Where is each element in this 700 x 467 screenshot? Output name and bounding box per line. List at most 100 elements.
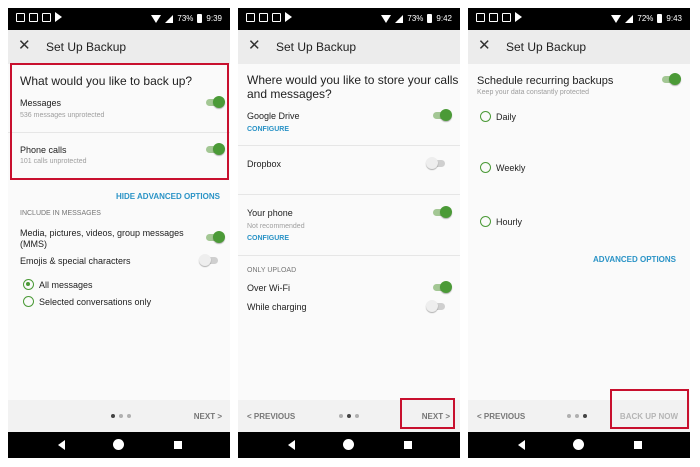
screen-what-to-back-up: 73% 9:39 ✕ Set Up Backup What would you … (8, 8, 230, 458)
app-bar: ✕ Set Up Backup (8, 30, 230, 64)
your-phone-label: Your phone (247, 208, 293, 218)
page-dot (583, 414, 587, 418)
status-bar: 73% 9:39 (8, 8, 230, 30)
over-wifi-toggle[interactable] (431, 281, 452, 293)
back-icon[interactable] (288, 440, 295, 450)
page-dot (111, 414, 115, 418)
google-drive-configure-link[interactable]: CONFIGURE (247, 126, 289, 133)
divider (238, 145, 460, 146)
home-icon[interactable] (573, 439, 584, 450)
dropbox-label: Dropbox (247, 159, 282, 169)
message-notification-icon (42, 13, 51, 22)
screen-notification-icon (489, 13, 498, 22)
page-dot (567, 414, 571, 418)
while-charging-toggle[interactable] (426, 300, 447, 312)
highlight-box (10, 63, 229, 180)
close-icon[interactable]: ✕ (478, 38, 491, 54)
close-icon[interactable]: ✕ (18, 38, 31, 54)
selected-conversations-label: Selected conversations only (39, 297, 152, 307)
wizard-footer: NEXT > (8, 400, 230, 432)
battery-percent: 73% (407, 14, 424, 23)
emojis-label: Emojis & special characters (20, 256, 131, 266)
media-label-line1: Media, pictures, videos, group messages (20, 228, 184, 238)
image-notification-icon (476, 13, 485, 22)
image-notification-icon (16, 13, 25, 22)
screen-notification-icon (29, 13, 38, 22)
battery-icon (197, 14, 203, 23)
status-bar: 73% 9:42 (238, 8, 460, 30)
recents-icon[interactable] (174, 441, 182, 449)
selected-conversations-radio[interactable] (23, 296, 34, 307)
emojis-toggle[interactable] (199, 254, 220, 266)
schedule-label: Schedule recurring backups (477, 75, 614, 87)
screen-schedule: 72% 9:43 ✕ Set Up Backup Schedule recurr… (468, 8, 690, 458)
play-notification-icon (285, 12, 292, 22)
weekly-radio[interactable] (480, 162, 491, 173)
notification-icons (476, 12, 522, 22)
divider (238, 255, 460, 256)
wifi-icon (151, 14, 162, 23)
divider (238, 194, 460, 195)
daily-label: Daily (496, 112, 517, 122)
battery-icon (657, 14, 663, 23)
previous-button[interactable]: < PREVIOUS (477, 412, 525, 421)
battery-icon (427, 14, 433, 23)
play-notification-icon (515, 12, 522, 22)
google-drive-toggle[interactable] (431, 109, 452, 121)
back-icon[interactable] (58, 440, 65, 450)
recents-icon[interactable] (404, 441, 412, 449)
status-time: 9:42 (436, 14, 452, 23)
battery-percent: 73% (177, 14, 194, 23)
page-indicator (111, 414, 131, 418)
weekly-label: Weekly (496, 163, 526, 173)
page-dot (119, 414, 123, 418)
page-dot (127, 414, 131, 418)
schedule-toggle[interactable] (660, 73, 681, 85)
previous-button[interactable]: < PREVIOUS (247, 412, 295, 421)
system-nav-bar (8, 432, 230, 458)
page-dot (339, 414, 343, 418)
media-toggle[interactable] (204, 231, 225, 243)
media-label-line2: (MMS) (20, 239, 47, 249)
status-time: 9:39 (206, 14, 222, 23)
system-nav-bar (468, 432, 690, 458)
back-icon[interactable] (518, 440, 525, 450)
close-icon[interactable]: ✕ (248, 38, 261, 54)
signal-icon (395, 14, 404, 23)
next-button[interactable]: NEXT > (194, 412, 222, 421)
signal-icon (165, 14, 174, 23)
all-messages-radio[interactable] (23, 279, 34, 290)
screen-where-to-store: 73% 9:42 ✕ Set Up Backup Where would you… (238, 8, 460, 458)
home-icon[interactable] (113, 439, 124, 450)
wifi-icon (381, 14, 392, 23)
message-notification-icon (272, 13, 281, 22)
include-in-messages-header: INCLUDE IN MESSAGES (20, 210, 101, 217)
while-charging-label: While charging (247, 302, 307, 312)
schedule-subtitle: Keep your data constantly protected (477, 89, 590, 96)
system-nav-bar (238, 432, 460, 458)
highlight-box (400, 398, 455, 429)
status-time: 9:43 (666, 14, 682, 23)
app-bar: ✕ Set Up Backup (238, 30, 460, 64)
app-bar: ✕ Set Up Backup (468, 30, 690, 64)
daily-radio[interactable] (480, 111, 491, 122)
recents-icon[interactable] (634, 441, 642, 449)
highlight-box (610, 389, 689, 429)
advanced-options-link[interactable]: ADVANCED OPTIONS (593, 255, 676, 264)
page-title: Set Up Backup (46, 40, 127, 54)
your-phone-toggle[interactable] (431, 206, 452, 218)
page-dot (355, 414, 359, 418)
battery-percent: 72% (637, 14, 654, 23)
hourly-radio[interactable] (480, 216, 491, 227)
your-phone-note: Not recommended (247, 223, 305, 230)
over-wifi-label: Over Wi-Fi (247, 283, 290, 293)
home-icon[interactable] (343, 439, 354, 450)
image-notification-icon (246, 13, 255, 22)
dropbox-toggle[interactable] (426, 157, 447, 169)
page-indicator (567, 414, 587, 418)
page-title: Set Up Backup (506, 40, 587, 54)
message-notification-icon (502, 13, 511, 22)
page-title: Set Up Backup (276, 40, 357, 54)
hide-advanced-options-link[interactable]: HIDE ADVANCED OPTIONS (116, 192, 220, 201)
your-phone-configure-link[interactable]: CONFIGURE (247, 235, 289, 242)
